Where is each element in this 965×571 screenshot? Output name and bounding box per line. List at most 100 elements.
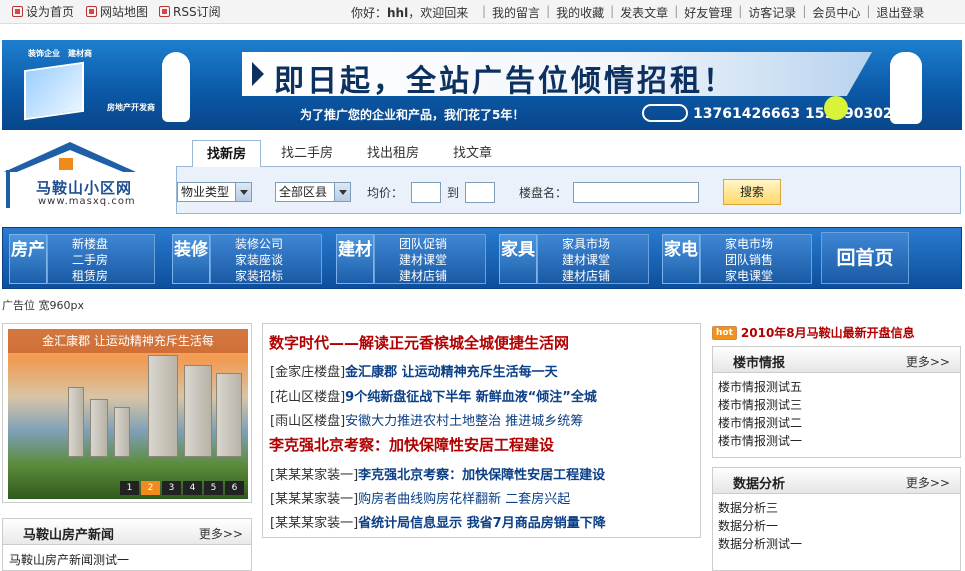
- sitemap-link[interactable]: 网站地图: [86, 3, 148, 20]
- nav-group-title[interactable]: 装修: [172, 234, 210, 284]
- news-title-link[interactable]: 9个纯新盘征战下半年 新鲜血液“倾注”全城: [345, 390, 597, 405]
- news-category-link[interactable]: [某某某家装一]: [270, 468, 358, 483]
- price-min-input[interactable]: [411, 182, 441, 203]
- tab-articles[interactable]: 找文章: [439, 140, 506, 167]
- news-category-link[interactable]: [某某某家装一]: [270, 492, 358, 507]
- member-center-link[interactable]: 会员中心: [812, 4, 860, 21]
- nav-group-title[interactable]: 家电: [662, 234, 700, 284]
- ad-banner[interactable]: 装饰企业 建材商 房地产开发商 即日起，全站广告位倾情招租！ 为了推广您的企业和…: [2, 40, 962, 130]
- nav-link[interactable]: 家电课堂: [701, 268, 773, 284]
- slideshow[interactable]: 金汇康郡 让运动精神充斥生活每 1 2 3 4 5 6: [2, 323, 252, 503]
- nav-link[interactable]: 家具市场: [538, 236, 610, 252]
- nav-group-appliances: 家电 家电市场 团队销售 家电课堂: [656, 232, 814, 286]
- nav-group-title[interactable]: 家具: [499, 234, 537, 284]
- logout-link[interactable]: 退出登录: [876, 4, 924, 21]
- tab-new-house[interactable]: 找新房: [192, 140, 262, 167]
- slide-page-button[interactable]: 3: [162, 481, 181, 495]
- nav-link[interactable]: 家装座谈: [211, 252, 283, 268]
- logo-name: 马鞍山小区网: [36, 179, 133, 197]
- list-item[interactable]: 楼市情报测试二: [718, 414, 960, 432]
- post-article-link[interactable]: 发表文章: [620, 4, 668, 21]
- estate-name-input[interactable]: [573, 182, 699, 203]
- nav-link[interactable]: 家电市场: [701, 236, 773, 252]
- nav-link[interactable]: 团队促销: [375, 236, 447, 252]
- banner-phone-1: 13761426663: [693, 106, 801, 122]
- list-item[interactable]: 马鞍山房产新闻测试一: [9, 551, 129, 568]
- nav-link[interactable]: 二手房: [48, 252, 108, 268]
- market-info-more-link[interactable]: 更多>>: [906, 353, 950, 370]
- price-to-label: 到: [447, 186, 460, 200]
- chevron-down-icon: [235, 183, 251, 201]
- site-logo[interactable]: 马鞍山小区网 www.masxq.com: [2, 142, 152, 212]
- realestate-news-more-link[interactable]: 更多>>: [199, 525, 243, 542]
- property-type-select[interactable]: 物业类型: [177, 182, 252, 202]
- banner-title: 即日起，全站广告位倾情招租！: [274, 64, 736, 99]
- nav-link[interactable]: 新楼盘: [48, 236, 108, 252]
- nav-link[interactable]: 团队销售: [701, 252, 773, 268]
- list-item[interactable]: 数据分析三: [718, 499, 960, 517]
- nav-group-title[interactable]: 房产: [9, 234, 47, 284]
- hot-news: hot 2010年8月马鞍山最新开盘信息: [712, 324, 915, 341]
- list-item: [金家庄楼盘]金汇康郡 让运动精神充斥生活每一天: [270, 361, 558, 380]
- data-analysis-more-link[interactable]: 更多>>: [906, 474, 950, 491]
- my-messages-link[interactable]: 我的留言: [492, 4, 540, 21]
- news-category-link[interactable]: [金家庄楼盘]: [270, 365, 345, 380]
- friends-link[interactable]: 好友管理: [684, 4, 732, 21]
- news-title-link[interactable]: 购房者曲线购房花样翻新 二套房兴起: [358, 492, 570, 507]
- news-title-link[interactable]: 李克强北京考察：加快保障性安居工程建设: [358, 468, 605, 483]
- nav-group-title[interactable]: 建材: [336, 234, 374, 284]
- nav-link[interactable]: 建材店铺: [538, 268, 610, 284]
- price-max-input[interactable]: [465, 182, 495, 203]
- nav-link[interactable]: 租赁房: [48, 268, 108, 284]
- main-nav: 房产 新楼盘 二手房 租赁房 装修 装修公司 家装座谈 家装招标 建材 团队促销…: [2, 227, 962, 289]
- news-title-link[interactable]: 金汇康郡 让运动精神充斥生活每一天: [345, 365, 558, 380]
- slide-page-button[interactable]: 1: [120, 481, 139, 495]
- slideshow-image[interactable]: 金汇康郡 让运动精神充斥生活每 1 2 3 4 5 6: [8, 329, 248, 499]
- news-category-link[interactable]: [花山区楼盘]: [270, 390, 345, 405]
- list-item[interactable]: 楼市情报测试五: [718, 378, 960, 396]
- tab-second-hand[interactable]: 找二手房: [267, 140, 347, 167]
- list-item[interactable]: 楼市情报测试三: [718, 396, 960, 414]
- nav-group-realestate: 房产 新楼盘 二手房 租赁房: [3, 232, 161, 286]
- search-button[interactable]: 搜索: [723, 179, 781, 205]
- username: hhl: [387, 6, 409, 20]
- visitors-link[interactable]: 访客记录: [748, 4, 796, 21]
- slide-page-button-active[interactable]: 2: [141, 481, 160, 495]
- nav-group-materials: 建材 团队促销 建材课堂 建材店铺: [330, 232, 488, 286]
- news-title-link[interactable]: 安徽大力推进农村土地整治 推进城乡统筹: [345, 414, 583, 429]
- greeting-suffix: ，欢迎回来: [408, 6, 469, 20]
- list-item: [雨山区楼盘]安徽大力推进农村土地整治 推进城乡统筹: [270, 410, 583, 429]
- sparkle-icon: [824, 96, 848, 120]
- news-title-link[interactable]: 省统计局信息显示 我省7月商品房销量下降: [358, 516, 606, 531]
- headline-2[interactable]: 李克强北京考察：加快保障性安居工程建设: [269, 434, 554, 455]
- nav-link[interactable]: 装修公司: [211, 236, 283, 252]
- district-select[interactable]: 全部区县: [275, 182, 351, 202]
- rss-icon: [159, 6, 170, 17]
- nav-link[interactable]: 建材店铺: [375, 268, 447, 284]
- slide-page-button[interactable]: 4: [183, 481, 202, 495]
- slide-page-button[interactable]: 5: [204, 481, 223, 495]
- megaphone-figure: [890, 52, 922, 124]
- tab-rental[interactable]: 找出租房: [353, 140, 433, 167]
- set-homepage-label: 设为首页: [26, 5, 75, 19]
- rss-link[interactable]: RSS订阅: [159, 3, 221, 20]
- slide-page-button[interactable]: 6: [225, 481, 244, 495]
- news-category-link[interactable]: [雨山区楼盘]: [270, 414, 345, 429]
- nav-link[interactable]: 建材课堂: [538, 252, 610, 268]
- set-homepage-link[interactable]: 设为首页: [12, 3, 74, 20]
- list-item[interactable]: 楼市情报测试一: [718, 432, 960, 450]
- list-item[interactable]: 数据分析测试一: [718, 535, 960, 553]
- news-category-link[interactable]: [某某某家装一]: [270, 516, 358, 531]
- hot-news-link[interactable]: 2010年8月马鞍山最新开盘信息: [741, 324, 915, 341]
- list-item[interactable]: 数据分析一: [718, 517, 960, 535]
- house-window-icon: [57, 156, 75, 172]
- mascot-figure: [162, 52, 190, 122]
- nav-link[interactable]: 家装招标: [211, 268, 283, 284]
- chevron-down-icon: [334, 183, 350, 201]
- my-favorites-link[interactable]: 我的收藏: [556, 4, 604, 21]
- logo-url: www.masxq.com: [38, 196, 136, 207]
- home-button[interactable]: 回首页: [821, 232, 909, 284]
- nav-link[interactable]: 建材课堂: [375, 252, 447, 268]
- market-info-title: 楼市情报: [733, 356, 786, 371]
- headline-1[interactable]: 数字时代——解读正元香槟城全城便捷生活网: [269, 332, 569, 353]
